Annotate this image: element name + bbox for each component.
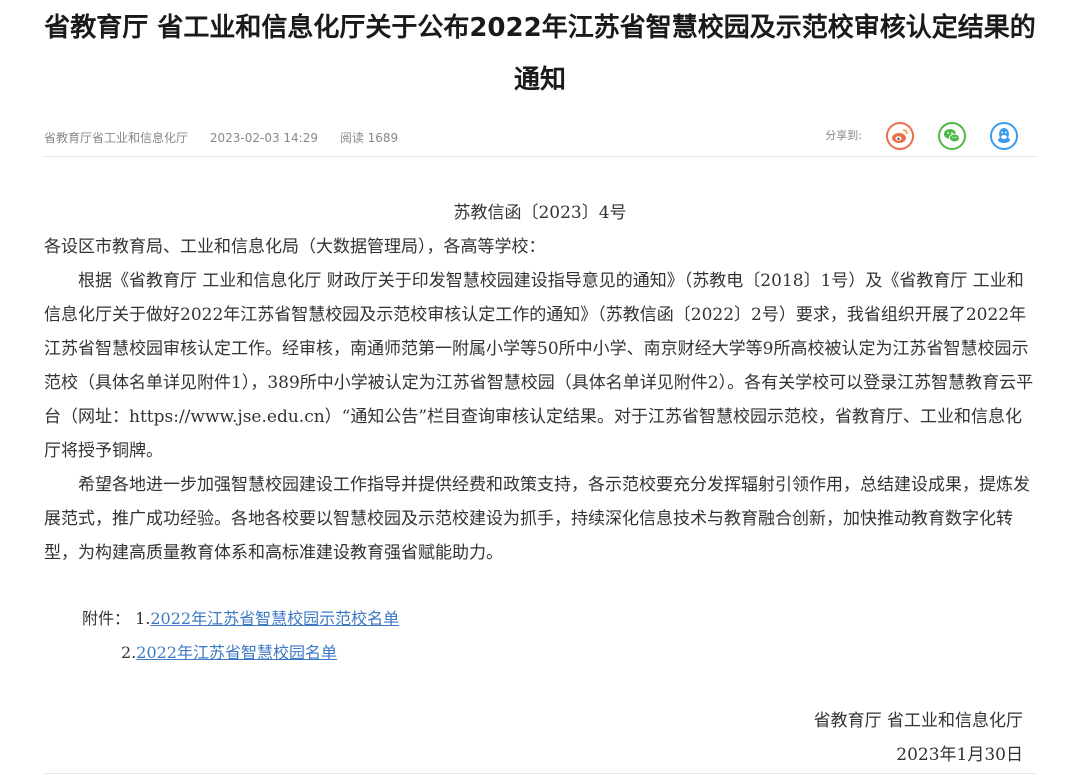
attachment-prefix: 1. bbox=[135, 609, 151, 628]
doc-number: 苏教信函〔2023〕4号 bbox=[453, 203, 627, 223]
attachments: 附件： 1.2022年江苏省智慧校园示范校名单 2.2022年江苏省智慧校园名单 bbox=[44, 602, 1036, 670]
paragraph-2: 希望各地进一步加强智慧校园建设工作指导并提供经费和政策支持，各示范校要充分发挥辐… bbox=[44, 475, 1030, 563]
header-divider bbox=[44, 156, 1036, 157]
wechat-icon[interactable] bbox=[938, 122, 966, 150]
paragraph-1: 根据《省教育厅 工业和信息化厅 财政厅关于印发智慧校园建设指导意见的通知》（苏教… bbox=[44, 271, 1034, 461]
article-page: 省教育厅 省工业和信息化厅关于公布2022年江苏省智慧校园及示范校审核认定结果的… bbox=[0, 0, 1080, 779]
signature-date: 2023年1月30日 bbox=[896, 745, 1023, 765]
share-label: 分享到: bbox=[825, 129, 862, 142]
attachments-label: 附件： bbox=[82, 609, 131, 628]
signature: 省教育厅 省工业和信息化厅 2023年1月30日 bbox=[814, 704, 1023, 772]
meta-datetime: 2023-02-03 14:29 bbox=[209, 131, 318, 145]
weibo-icon[interactable] bbox=[886, 122, 914, 150]
meta-source: 省教育厅省工业和信息化厅 bbox=[44, 131, 189, 145]
attachment-prefix: 2. bbox=[121, 643, 137, 662]
signature-org: 省教育厅 省工业和信息化厅 bbox=[813, 711, 1023, 731]
meta-views: 阅读 1689 bbox=[339, 131, 399, 145]
attachment-row: 附件： 1.2022年江苏省智慧校园示范校名单 bbox=[44, 602, 1036, 636]
attachment-row: 2.2022年江苏省智慧校园名单 bbox=[44, 636, 1036, 670]
share-bar: 分享到: bbox=[825, 122, 1036, 150]
article-content: 苏教信函〔2023〕4号 各设区市教育局、工业和信息化局（大数据管理局），各高等… bbox=[44, 196, 1036, 570]
attachment-link-1[interactable]: 2022年江苏省智慧校园示范校名单 bbox=[150, 609, 399, 628]
article-meta: 省教育厅省工业和信息化厅 2023-02-03 14:29 阅读 1689 分享… bbox=[44, 122, 1036, 150]
qq-icon[interactable] bbox=[990, 122, 1018, 150]
footer-divider bbox=[44, 773, 1036, 774]
recipients: 各设区市教育局、工业和信息化局（大数据管理局），各高等学校： bbox=[44, 237, 546, 257]
article-title: 省教育厅 省工业和信息化厅关于公布2022年江苏省智慧校园及示范校审核认定结果的… bbox=[44, 13, 1036, 95]
attachment-link-2[interactable]: 2022年江苏省智慧校园名单 bbox=[136, 643, 337, 662]
